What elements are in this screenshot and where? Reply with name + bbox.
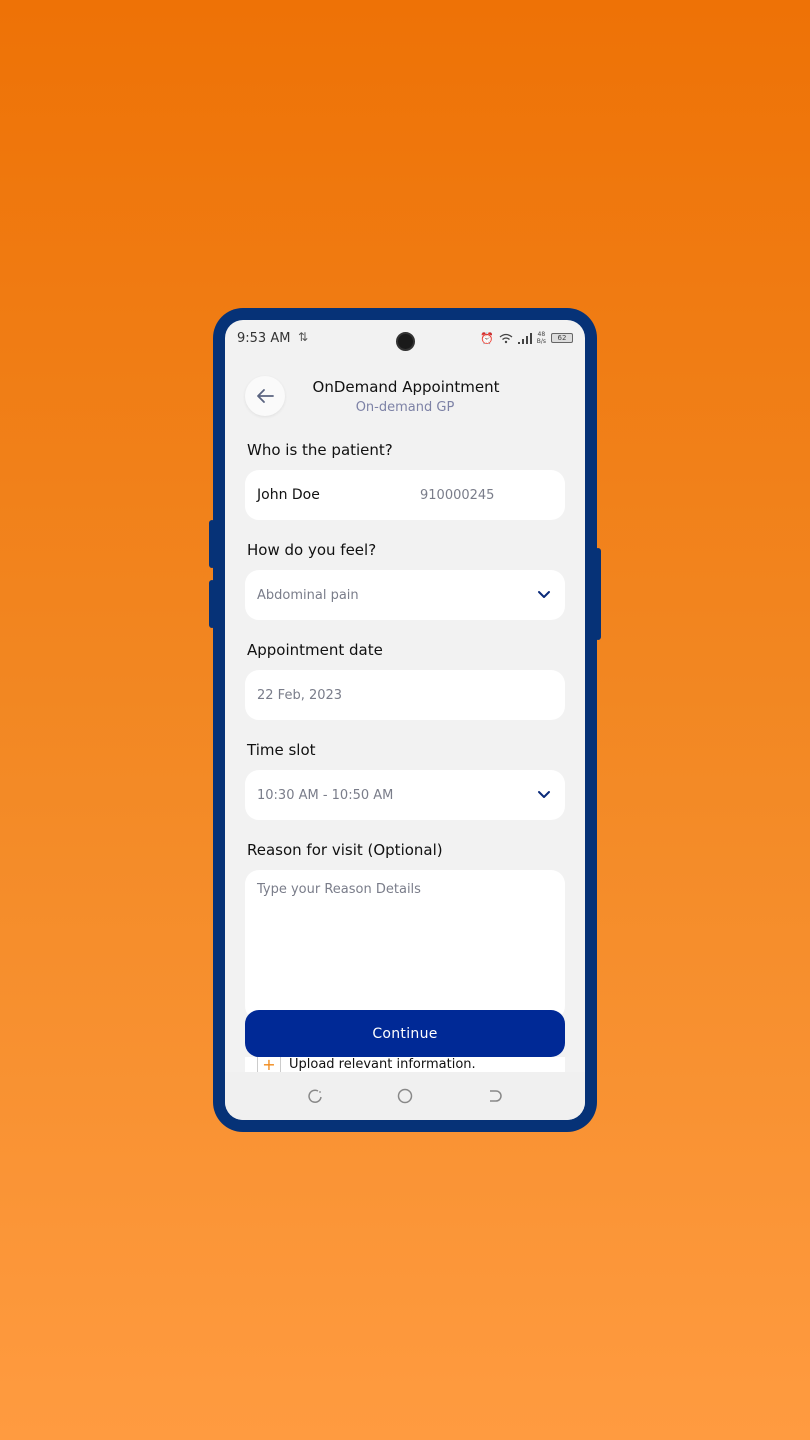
net-speed-unit: B/s — [536, 338, 546, 345]
feel-label: How do you feel? — [247, 541, 377, 559]
plus-icon[interactable]: + — [257, 1055, 281, 1074]
feel-dropdown[interactable]: Abdominal pain — [245, 570, 565, 620]
page-title: OnDemand Appointment — [312, 378, 500, 396]
upload-row[interactable]: + Upload relevant information. — [257, 1055, 476, 1074]
date-label: Appointment date — [247, 641, 383, 659]
reason-label: Reason for visit (Optional) — [247, 841, 443, 859]
continue-button[interactable]: Continue — [245, 1010, 565, 1057]
chevron-down-icon — [538, 591, 550, 598]
page-subtitle: On-demand GP — [355, 400, 455, 415]
alarm-icon: ⏰ — [480, 331, 494, 345]
phone-screen: 9:53 AM ⇅ ⏰ 48 B/s 62 OnDemand Appointme… — [225, 320, 585, 1120]
volume-up-button — [209, 520, 215, 568]
wifi-icon — [499, 333, 513, 343]
date-field[interactable]: 22 Feb, 2023 — [245, 670, 565, 720]
status-icons: ⏰ 48 B/s 62 — [480, 331, 573, 345]
time-slot-label: Time slot — [247, 741, 316, 759]
volume-down-button — [209, 580, 215, 628]
patient-name: John Doe — [257, 487, 320, 503]
system-nav-bar — [225, 1072, 585, 1120]
net-speed: 48 B/s — [537, 331, 546, 345]
recents-icon[interactable] — [307, 1088, 323, 1104]
chevron-down-icon — [538, 791, 550, 798]
battery-level: 62 — [557, 334, 567, 342]
front-camera — [396, 332, 415, 351]
net-speed-value: 48 — [537, 331, 546, 338]
date-value: 22 Feb, 2023 — [257, 687, 343, 703]
reason-placeholder: Type your Reason Details — [257, 882, 421, 897]
status-time: 9:53 AM — [237, 331, 291, 346]
time-slot-dropdown[interactable]: 10:30 AM - 10:50 AM — [245, 770, 565, 820]
status-bar: 9:53 AM ⇅ ⏰ 48 B/s 62 — [225, 320, 585, 360]
patient-phone: 910000245 — [420, 487, 495, 503]
upload-label: Upload relevant information. — [289, 1056, 476, 1072]
home-icon[interactable] — [397, 1088, 413, 1104]
sync-icon: ⇅ — [298, 330, 309, 344]
feel-value: Abdominal pain — [257, 587, 359, 603]
reason-textarea[interactable]: Type your Reason Details — [245, 870, 565, 1020]
signal-icon — [517, 332, 532, 344]
power-button — [595, 548, 601, 640]
back-nav-icon[interactable] — [487, 1088, 503, 1104]
patient-field[interactable]: John Doe 910000245 — [245, 470, 565, 520]
header: OnDemand Appointment On-demand GP — [225, 372, 585, 422]
time-slot-value: 10:30 AM - 10:50 AM — [257, 787, 394, 803]
patient-label: Who is the patient? — [247, 441, 393, 459]
battery-icon: 62 — [551, 333, 573, 343]
